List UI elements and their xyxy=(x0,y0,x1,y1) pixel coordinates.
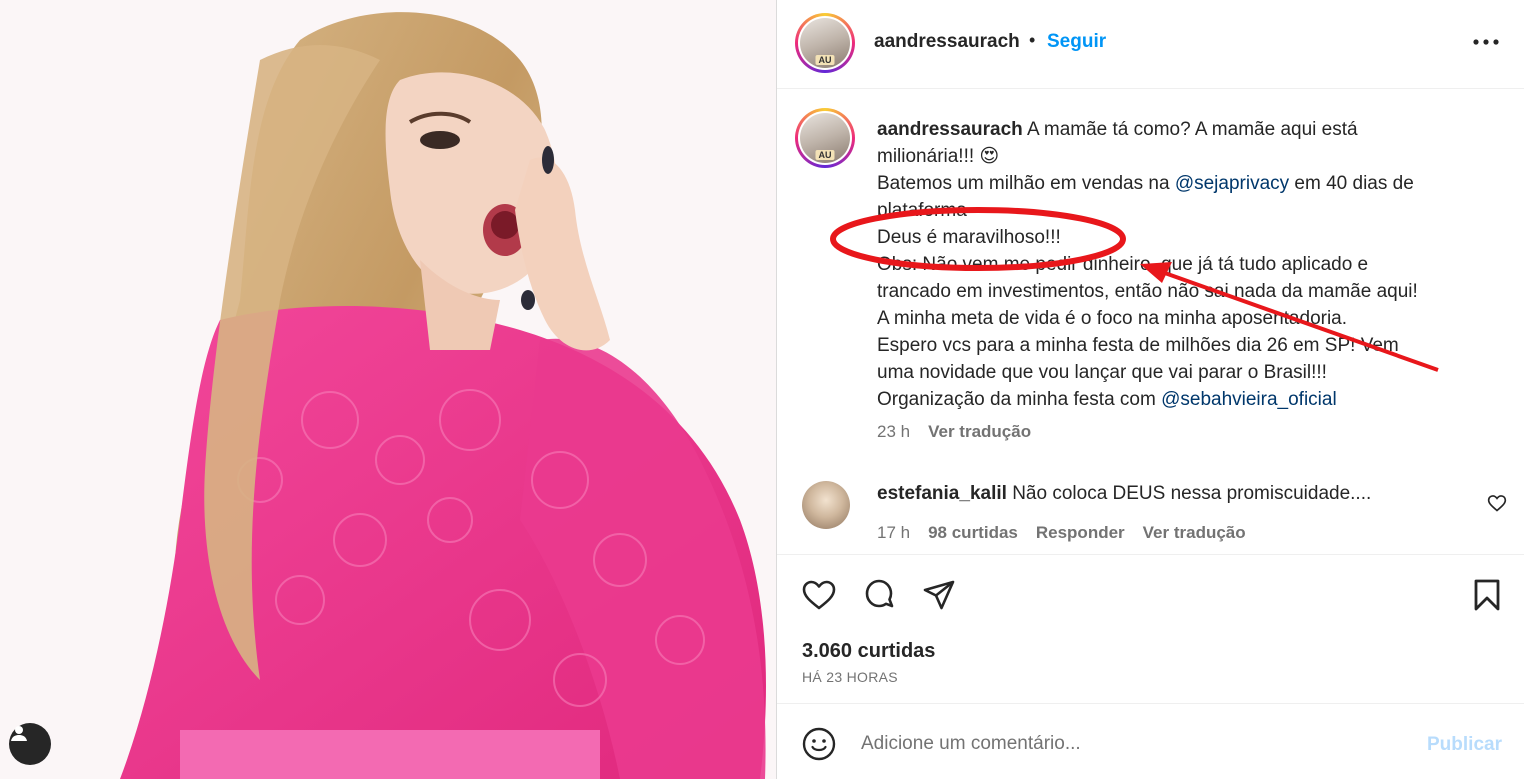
comment-meta: 17 h 98 curtidas Responder Ver tradução xyxy=(877,523,1246,543)
caption-text: plataforma xyxy=(877,200,967,216)
comment-item: estefania_kalil Não coloca DEUS nessa pr… xyxy=(777,481,1524,554)
comments-area[interactable]: AU aandressaurach A mamãe tá como? A mam… xyxy=(777,89,1524,554)
post-timestamp: HÁ 23 HORAS xyxy=(802,669,898,685)
caption-text: A minha meta de vida é o foco na minha a… xyxy=(877,308,1348,329)
emoji-icon[interactable] xyxy=(801,726,837,762)
save-icon[interactable] xyxy=(1469,577,1505,613)
photo-illustration xyxy=(120,12,766,779)
caption-meta: 23 h Ver tradução xyxy=(877,422,1031,442)
caption-text: trancado em investimentos, então não sai… xyxy=(877,281,1418,302)
translate-link[interactable]: Ver tradução xyxy=(928,422,1031,442)
post-actions: 3.060 curtidas HÁ 23 HORAS xyxy=(777,554,1524,704)
follow-button[interactable]: Seguir xyxy=(1047,31,1106,53)
caption-author-avatar[interactable]: AU xyxy=(795,108,855,168)
caption-text: Batemos um milhão em vendas na xyxy=(877,173,1175,194)
comment-time: 17 h xyxy=(877,523,911,542)
caption-username[interactable]: aandressaurach xyxy=(877,119,1023,140)
separator-dot: • xyxy=(1029,30,1036,50)
post-details-panel: AU aandressaurach • Seguir AU aandressau… xyxy=(776,0,1524,779)
user-icon xyxy=(11,726,27,741)
add-comment-bar: Publicar xyxy=(777,705,1524,779)
comment-likes[interactable]: 98 curtidas xyxy=(928,523,1018,543)
more-options-icon[interactable] xyxy=(1471,30,1501,54)
publish-button[interactable]: Publicar xyxy=(1427,734,1502,756)
mention-link[interactable]: @sebahvieira_oficial xyxy=(1161,389,1337,410)
like-icon[interactable] xyxy=(801,577,837,613)
caption-text: Obs: Não vem me pedir dinheiro, que já t… xyxy=(877,254,1369,275)
comment-icon[interactable] xyxy=(861,577,897,613)
caption-text: Deus é maravilhoso!!! xyxy=(877,227,1061,248)
caption-text: A mamãe tá como? A mamãe aqui está xyxy=(1026,119,1358,140)
avatar-badge: AU xyxy=(815,55,835,65)
post-photo[interactable] xyxy=(0,0,776,779)
post-caption: aandressaurach A mamãe tá como? A mamãe … xyxy=(877,116,1477,413)
likes-count[interactable]: 3.060 curtidas xyxy=(802,640,935,663)
post-header: AU aandressaurach • Seguir xyxy=(777,0,1524,89)
comment-input[interactable] xyxy=(861,729,1381,759)
comment-text: Não coloca DEUS nessa promiscuidade.... xyxy=(1012,483,1372,504)
caption-text: em 40 dias de xyxy=(1289,173,1414,194)
share-icon[interactable] xyxy=(921,577,957,613)
mention-link[interactable]: @sejaprivacy xyxy=(1175,173,1289,194)
avatar-badge: AU xyxy=(815,150,835,160)
comment-like-icon[interactable] xyxy=(1487,493,1507,513)
caption-text: uma novidade que vou lançar que vai para… xyxy=(877,362,1327,383)
caption-text: Organização da minha festa com xyxy=(877,389,1162,410)
caption-time: 23 h xyxy=(877,422,911,441)
tagged-users-button[interactable] xyxy=(9,723,51,765)
author-username[interactable]: aandressaurach xyxy=(874,31,1020,53)
comment-translate-link[interactable]: Ver tradução xyxy=(1143,523,1246,543)
author-avatar[interactable]: AU xyxy=(795,13,855,73)
commenter-avatar[interactable] xyxy=(802,481,850,529)
caption-text: Espero vcs para a minha festa de milhões… xyxy=(877,335,1399,356)
commenter-username[interactable]: estefania_kalil xyxy=(877,483,1007,504)
reply-button[interactable]: Responder xyxy=(1036,523,1125,543)
caption-text: milionária!!! 😍 xyxy=(877,146,1000,167)
